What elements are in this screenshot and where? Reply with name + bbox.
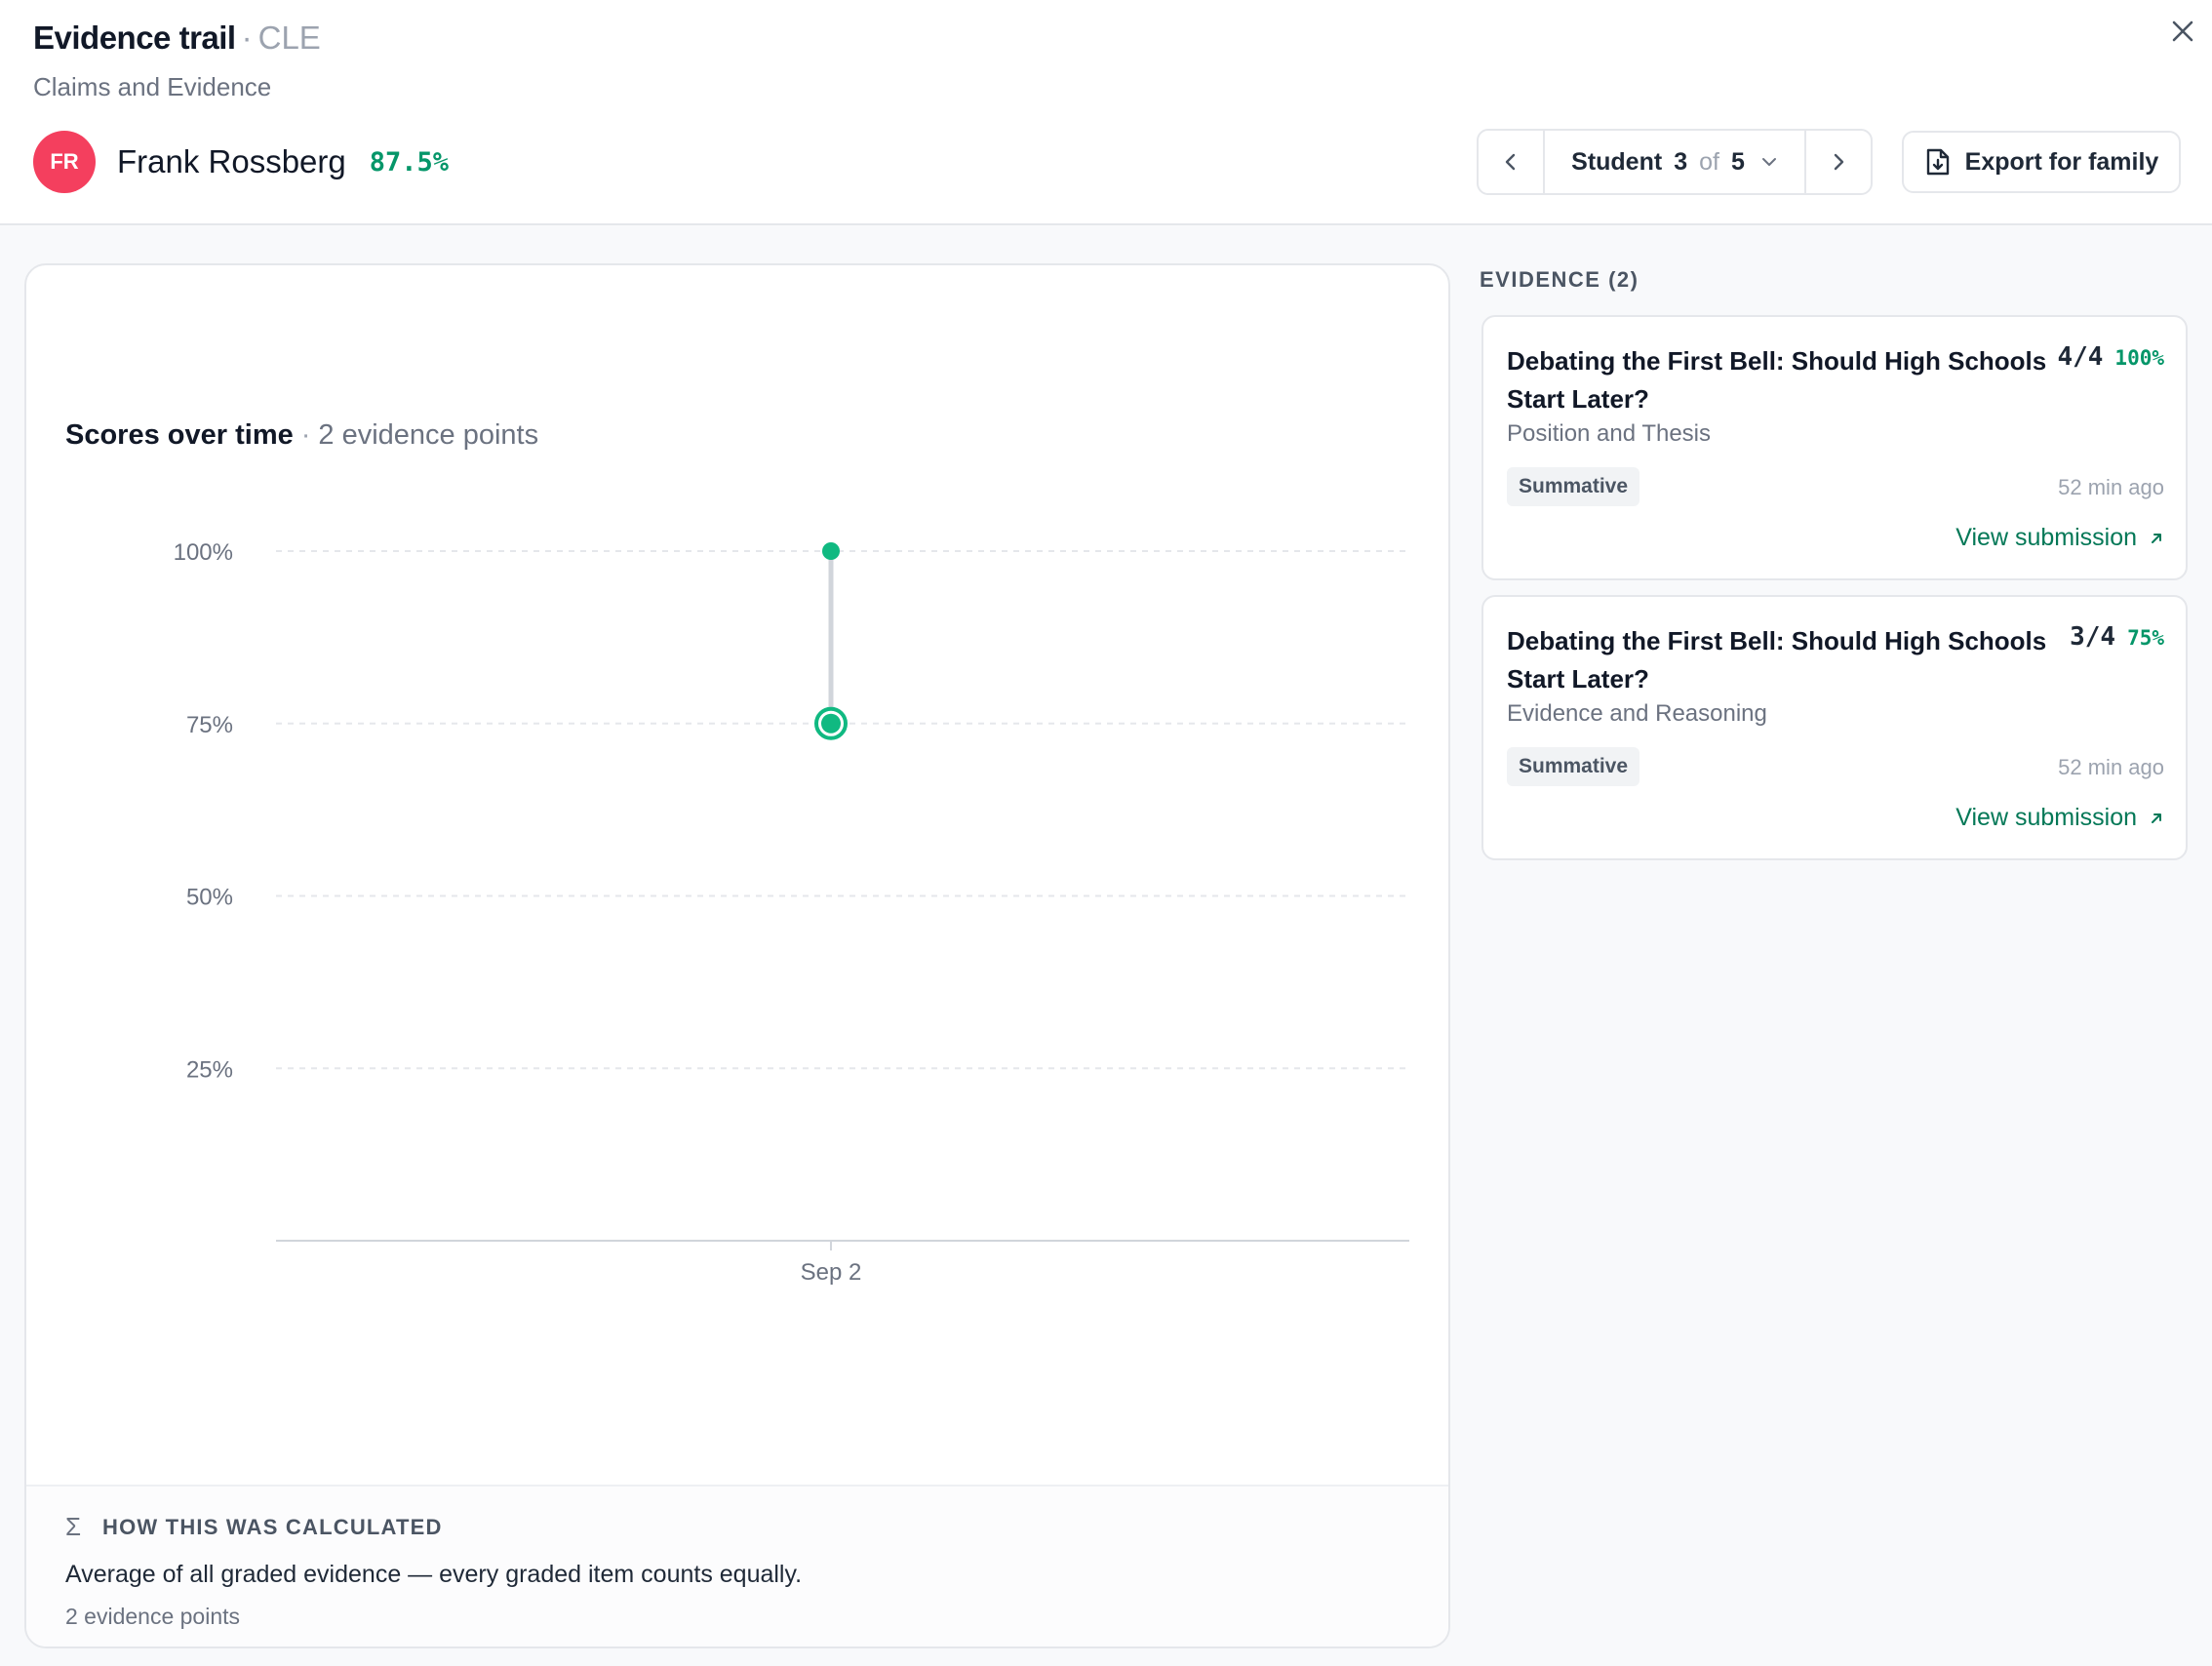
avatar: FR <box>33 131 96 193</box>
y-tick-label: 25% <box>186 1056 233 1083</box>
calculation-section: Σ HOW THIS WAS CALCULATED Average of all… <box>26 1485 1448 1646</box>
student-total: 5 <box>1730 147 1745 176</box>
sigma-icon: Σ <box>65 1512 82 1541</box>
arrow-up-right-icon <box>2149 811 2164 826</box>
evidence-criterion: Evidence and Reasoning <box>1507 700 1767 727</box>
x-tick-label: Sep 2 <box>801 1259 862 1286</box>
evidence-card: Debating the First Bell: Should High Sch… <box>1481 595 2188 860</box>
evidence-score: 4/4 100% <box>2057 342 2164 372</box>
student-current: 3 <box>1674 147 1688 176</box>
student-score: 87.5% <box>369 146 450 178</box>
next-student-button[interactable] <box>1806 131 1871 193</box>
export-for-family-button[interactable]: Export for family <box>1902 131 2181 193</box>
close-button[interactable] <box>2165 14 2200 49</box>
evidence-timestamp: 52 min ago <box>2058 755 2164 779</box>
calculation-count: 2 evidence points <box>65 1604 241 1629</box>
arrow-up-right-icon <box>2149 531 2164 546</box>
evidence-timestamp: 52 min ago <box>2058 475 2164 499</box>
view-submission-label: View submission <box>1955 804 2137 831</box>
evidence-points: 3/4 <box>2070 622 2116 652</box>
evidence-points: 4/4 <box>2057 342 2104 372</box>
title-separator: · <box>241 20 253 56</box>
student-name: Frank Rossberg <box>117 143 346 179</box>
status-badge: Summative <box>1507 467 1640 506</box>
evidence-score: 3/4 75% <box>2070 622 2164 652</box>
student-of: of <box>1699 147 1719 176</box>
close-icon <box>2172 20 2193 42</box>
evidence-criterion: Position and Thesis <box>1507 420 1712 447</box>
export-label: Export for family <box>1964 147 2159 176</box>
view-submission-label: View submission <box>1955 524 2137 551</box>
view-submission-link[interactable]: View submission <box>1955 804 2164 832</box>
evidence-assignment-title: Debating the First Bell: Should High Sch… <box>1507 346 2047 414</box>
chevron-right-icon <box>1834 153 1844 171</box>
student-stepper: Student 3 of 5 <box>1477 129 1873 195</box>
calculation-title: HOW THIS WAS CALCULATED <box>102 1514 443 1539</box>
modal-header: Evidence trail · CLE Claims and Evidence… <box>0 0 2212 225</box>
y-tick-label: 50% <box>186 885 233 911</box>
student-info: FR Frank Rossberg 87.5% <box>33 131 449 193</box>
scores-chart: 100% 75% 50% 25% Sep 2 <box>174 539 1409 1286</box>
evidence-assignment-title: Debating the First Bell: Should High Sch… <box>1507 626 2047 694</box>
evidence-card: Debating the First Bell: Should High Sch… <box>1481 315 2188 580</box>
y-tick-label: 75% <box>186 712 233 738</box>
evidence-percent: 75% <box>2127 626 2164 650</box>
evidence-title: EVIDENCE (2) <box>1480 267 1639 292</box>
student-select[interactable]: Student 3 of 5 <box>1543 131 1806 193</box>
previous-student-button[interactable] <box>1479 131 1543 193</box>
data-point <box>822 542 840 560</box>
page-title: Evidence trail <box>33 20 236 56</box>
y-tick-label: 100% <box>174 539 233 566</box>
calculation-description: Average of all graded evidence — every g… <box>65 1561 803 1588</box>
data-point <box>821 713 841 734</box>
student-select-label: Student <box>1571 147 1663 176</box>
file-download-icon <box>1926 148 1949 176</box>
chevron-down-icon <box>1760 153 1778 171</box>
page-subtitle: Claims and Evidence <box>33 72 272 101</box>
calculation-heading: Σ HOW THIS WAS CALCULATED <box>65 1512 443 1542</box>
title-row: Evidence trail · CLE <box>33 20 321 57</box>
chevron-left-icon <box>1505 153 1516 171</box>
view-submission-link[interactable]: View submission <box>1955 524 2164 552</box>
status-badge: Summative <box>1507 747 1640 786</box>
scores-chart-card: Scores over time · 2 evidence points 100… <box>24 263 1450 1648</box>
course-code: CLE <box>257 20 321 56</box>
evidence-percent: 100% <box>2114 346 2164 370</box>
